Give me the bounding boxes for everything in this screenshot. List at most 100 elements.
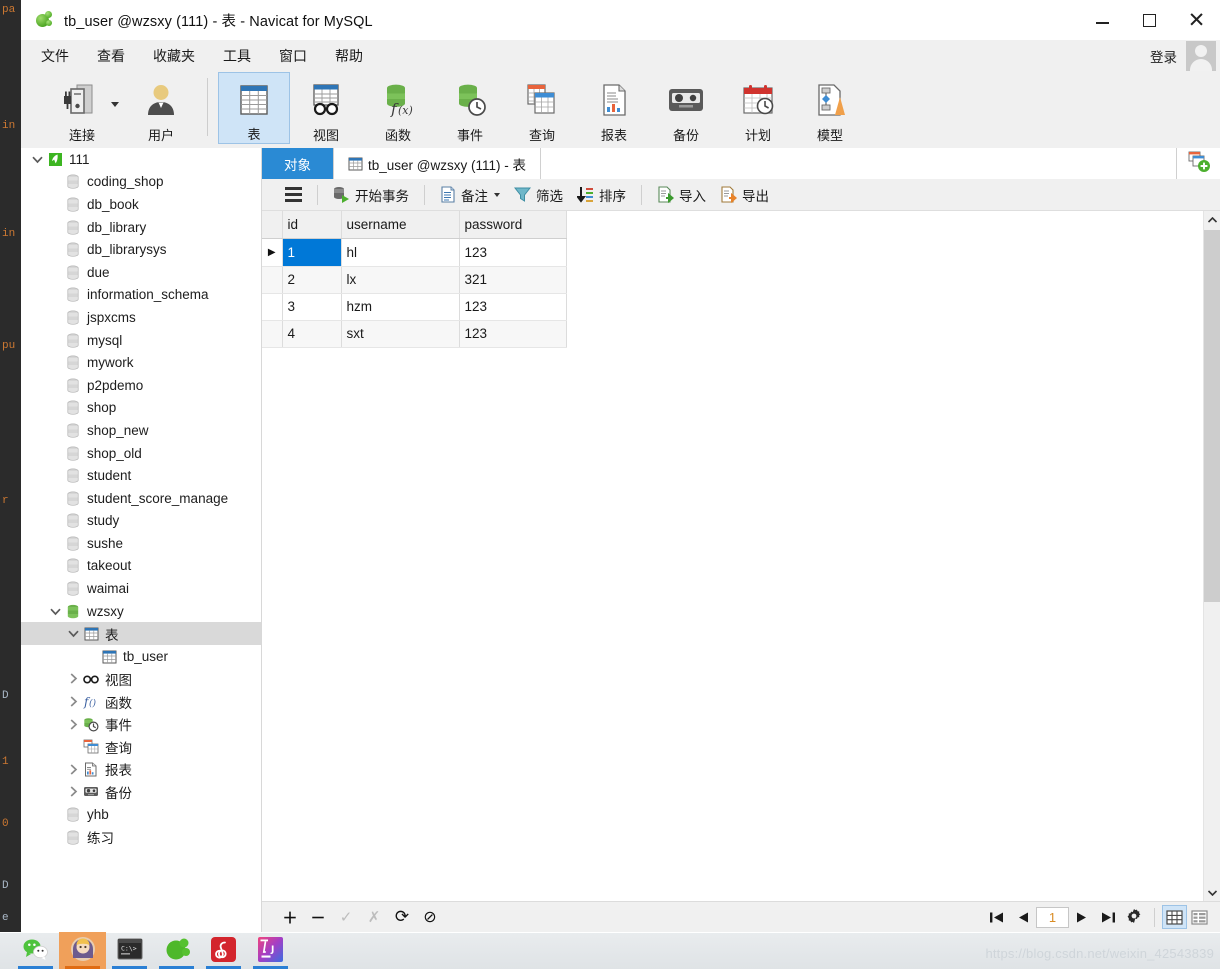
- chevron-right-icon[interactable]: [65, 719, 81, 730]
- tree-item-[interactable]: 练习: [21, 826, 261, 849]
- toolbar-backup[interactable]: 备份: [650, 72, 722, 144]
- toolbar-report[interactable]: 报表: [578, 72, 650, 144]
- cell-id[interactable]: 3: [282, 293, 342, 321]
- table-row[interactable]: 3 hzm 123: [262, 293, 567, 321]
- last-record-button[interactable]: [1095, 905, 1121, 929]
- scrollbar-thumb[interactable]: [1204, 230, 1220, 602]
- tree-item-db_book[interactable]: db_book: [21, 193, 261, 216]
- tree-item-[interactable]: 报表: [21, 758, 261, 781]
- refresh-button[interactable]: ⟳: [390, 905, 414, 929]
- begin-transaction-button[interactable]: 开始事务: [326, 182, 416, 208]
- tree-item-[interactable]: 事件: [21, 713, 261, 736]
- data-grid[interactable]: id username password ▶ 1 hl 123 2 lx 321 3 hzm 12…: [262, 211, 1220, 901]
- tree-item-coding_shop[interactable]: coding_shop: [21, 171, 261, 194]
- toolbar-function[interactable]: f (x) 函数: [362, 72, 434, 144]
- note-button[interactable]: 备注: [433, 182, 507, 208]
- close-button[interactable]: ✕: [1173, 0, 1220, 40]
- chevron-down-icon[interactable]: [29, 155, 45, 164]
- menu-window[interactable]: 窗口: [265, 40, 321, 72]
- tree-item-jspxcms[interactable]: jspxcms: [21, 306, 261, 329]
- toolbar-connection[interactable]: 连接: [39, 72, 125, 144]
- menu-file[interactable]: 文件: [27, 40, 83, 72]
- tree-item-waimai[interactable]: waimai: [21, 577, 261, 600]
- taskbar-wechat[interactable]: [12, 932, 59, 969]
- tab-objects[interactable]: 对象: [262, 148, 334, 179]
- tab-tb-user-table[interactable]: tb_user @wzsxy (111) - 表: [334, 148, 541, 179]
- tree-item-mywork[interactable]: mywork: [21, 351, 261, 374]
- tree-item-shop_old[interactable]: shop_old: [21, 442, 261, 465]
- toolbar-query[interactable]: 查询: [506, 72, 578, 144]
- cell-password[interactable]: 123: [459, 238, 567, 267]
- taskbar-intellij[interactable]: J: [247, 932, 294, 969]
- avatar[interactable]: [1186, 41, 1216, 71]
- new-query-button[interactable]: [1177, 148, 1220, 179]
- chevron-right-icon[interactable]: [65, 696, 81, 707]
- tree-item-information_schema[interactable]: information_schema: [21, 284, 261, 307]
- cell-username[interactable]: sxt: [341, 320, 460, 348]
- tree-item-mysql[interactable]: mysql: [21, 329, 261, 352]
- tree-item-111[interactable]: 111: [21, 148, 261, 171]
- next-record-button[interactable]: [1069, 905, 1095, 929]
- filter-button[interactable]: 筛选: [507, 182, 570, 208]
- row-marker[interactable]: [262, 293, 283, 321]
- chevron-right-icon[interactable]: [65, 764, 81, 775]
- tree-item-[interactable]: 表: [21, 622, 261, 646]
- previous-record-button[interactable]: [1010, 905, 1036, 929]
- tree-item-[interactable]: 查询: [21, 735, 261, 758]
- toolbar-user[interactable]: 用户: [125, 72, 197, 144]
- menu-help[interactable]: 帮助: [321, 40, 377, 72]
- column-header-id[interactable]: id: [282, 211, 342, 239]
- cell-username[interactable]: hl: [341, 238, 460, 267]
- chevron-down-icon[interactable]: [65, 629, 81, 638]
- add-record-button[interactable]: ＋: [278, 905, 302, 929]
- taskbar-terminal[interactable]: C:\>: [106, 932, 153, 969]
- tree-item-takeout[interactable]: takeout: [21, 555, 261, 578]
- maximize-button[interactable]: [1126, 0, 1173, 40]
- chevron-right-icon[interactable]: [65, 786, 81, 798]
- toolbar-table[interactable]: 表: [218, 72, 290, 144]
- toolbar-view[interactable]: 视图: [290, 72, 362, 144]
- tree-item-shop[interactable]: shop: [21, 397, 261, 420]
- cell-username[interactable]: hzm: [341, 293, 460, 321]
- minimize-button[interactable]: [1079, 0, 1126, 40]
- tree-item-student[interactable]: student: [21, 464, 261, 487]
- table-row[interactable]: ▶ 1 hl 123: [262, 238, 567, 267]
- tree-item-shop_new[interactable]: shop_new: [21, 419, 261, 442]
- row-marker[interactable]: ▶: [262, 238, 283, 267]
- cell-username[interactable]: lx: [341, 266, 460, 294]
- tree-item-tb_user[interactable]: tb_user: [21, 645, 261, 668]
- table-row[interactable]: 2 lx 321: [262, 266, 567, 294]
- vertical-scrollbar[interactable]: [1203, 211, 1220, 901]
- table-row[interactable]: 4 sxt 123: [262, 320, 567, 348]
- cell-password[interactable]: 123: [459, 293, 567, 321]
- grid-menu-button[interactable]: [278, 182, 309, 208]
- cell-id[interactable]: 2: [282, 266, 342, 294]
- toolbar-schedule[interactable]: 计划: [722, 72, 794, 144]
- export-button[interactable]: 导出: [713, 182, 776, 208]
- apply-change-button[interactable]: ✓: [334, 905, 358, 929]
- column-header-password[interactable]: password: [459, 211, 567, 239]
- tree-item-wzsxy[interactable]: wzsxy: [21, 600, 261, 623]
- grid-settings-button[interactable]: [1121, 905, 1147, 929]
- tree-item-sushe[interactable]: sushe: [21, 532, 261, 555]
- cell-id[interactable]: 4: [282, 320, 342, 348]
- column-header-username[interactable]: username: [341, 211, 460, 239]
- tree-item-p2pdemo[interactable]: p2pdemo: [21, 374, 261, 397]
- tree-item-db_library[interactable]: db_library: [21, 216, 261, 239]
- discard-change-button[interactable]: ✗: [362, 905, 386, 929]
- tree-item-[interactable]: f() 函数: [21, 690, 261, 713]
- grid-view-button[interactable]: [1162, 905, 1187, 929]
- tree-item-[interactable]: 备份: [21, 781, 261, 804]
- tree-item-student_score_manage[interactable]: student_score_manage: [21, 487, 261, 510]
- menu-tools[interactable]: 工具: [209, 40, 265, 72]
- sort-button[interactable]: 排序: [570, 182, 633, 208]
- toolbar-event[interactable]: 事件: [434, 72, 506, 144]
- object-tree-sidebar[interactable]: 111 coding_shop db_book db_library db_librar…: [21, 148, 262, 932]
- scroll-down-arrow[interactable]: [1204, 884, 1220, 901]
- tree-item-study[interactable]: study: [21, 510, 261, 533]
- toolbar-model[interactable]: 模型: [794, 72, 866, 144]
- tree-item-db_librarysys[interactable]: db_librarysys: [21, 238, 261, 261]
- scroll-up-arrow[interactable]: [1204, 211, 1220, 228]
- menu-favorites[interactable]: 收藏夹: [139, 40, 209, 72]
- taskbar-netease-music[interactable]: [200, 932, 247, 969]
